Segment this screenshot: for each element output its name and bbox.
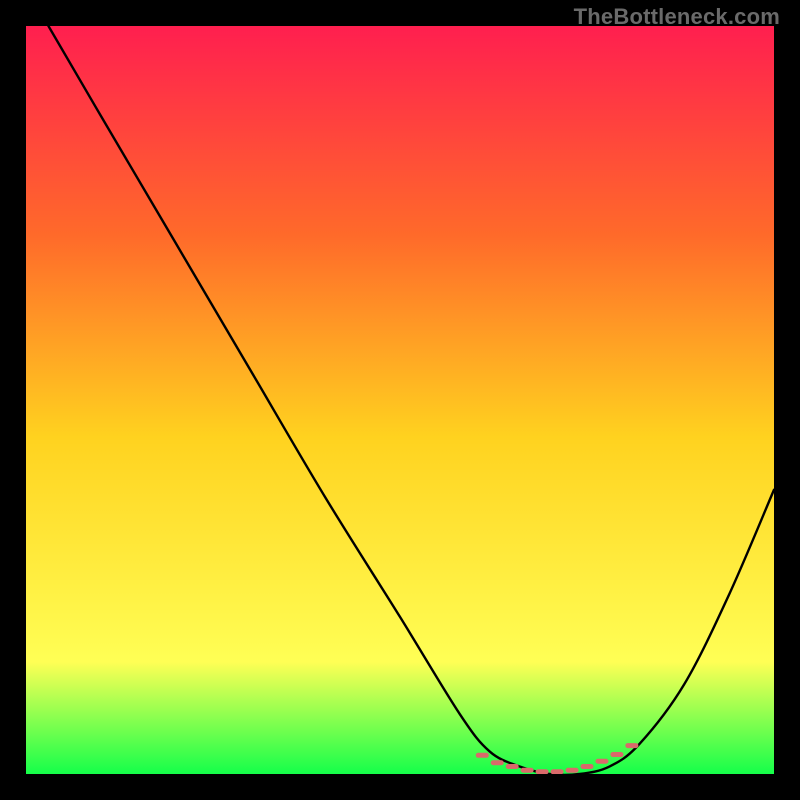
chart-frame: TheBottleneck.com (0, 0, 800, 800)
plot-area (26, 26, 774, 774)
chart-svg (26, 26, 774, 774)
gradient-background (26, 26, 774, 774)
